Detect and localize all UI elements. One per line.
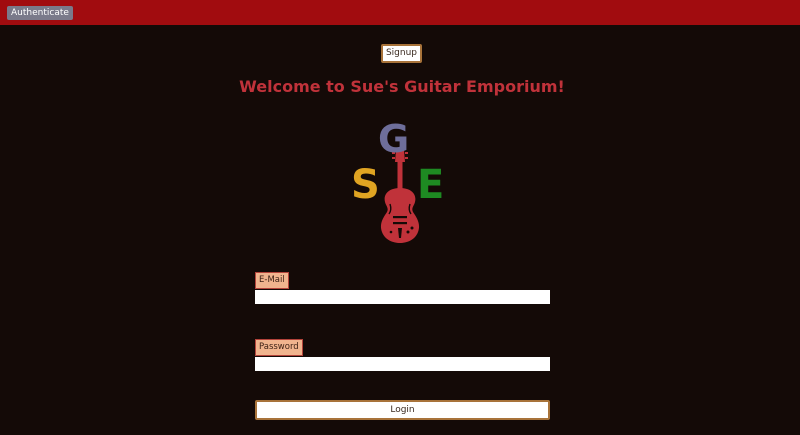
authenticate-button[interactable]: Authenticate — [7, 6, 73, 20]
logo-letter-g: G — [378, 118, 409, 161]
top-nav-bar: Authenticate — [0, 0, 800, 25]
password-label: Password — [255, 339, 303, 356]
store-logo: G S E — [345, 117, 455, 246]
signup-button[interactable]: Signup — [381, 44, 422, 63]
page-title: Welcome to Sue's Guitar Emporium! — [239, 77, 565, 96]
email-field[interactable] — [255, 290, 550, 304]
email-label: E-Mail — [255, 272, 289, 289]
password-field[interactable] — [255, 357, 550, 371]
logo-letter-e: E — [417, 162, 444, 208]
guitar-icon — [380, 150, 420, 243]
guitar-logo-icon: G S E — [351, 117, 444, 243]
login-button[interactable]: Login — [255, 400, 550, 420]
logo-letter-s: S — [351, 162, 380, 208]
